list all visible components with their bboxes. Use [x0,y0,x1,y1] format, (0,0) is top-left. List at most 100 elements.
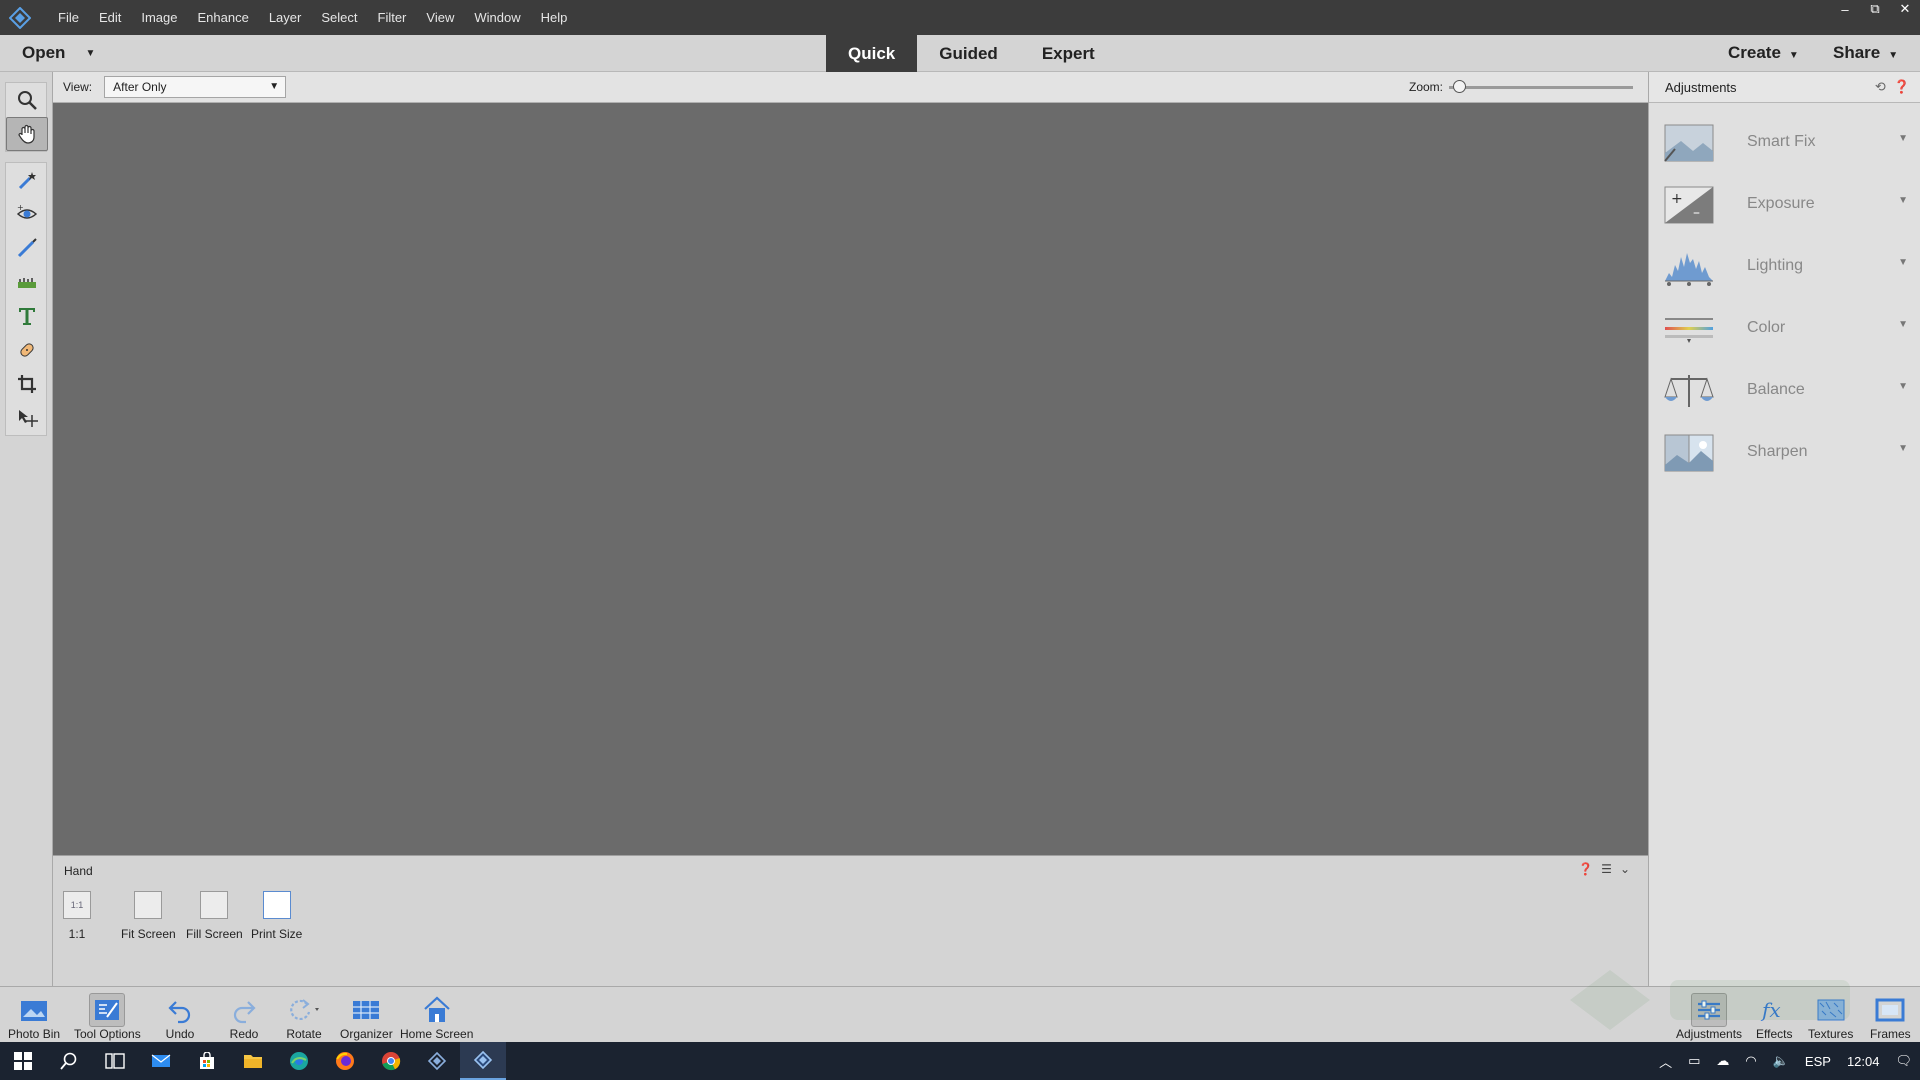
fit-screen-icon [134,891,163,919]
help-icon[interactable]: ❓ [1894,79,1910,95]
chrome-icon[interactable] [368,1042,414,1080]
adjustments-panel-button[interactable]: Adjustments [1676,993,1742,1041]
type-tool-icon[interactable] [6,299,48,333]
open-button[interactable]: Open ▼ [22,35,95,71]
menu-file[interactable]: File [48,0,89,35]
file-explorer-icon[interactable] [230,1042,276,1080]
adjustment-lighting[interactable]: Lighting ▼ [1649,235,1920,297]
share-button[interactable]: Share ▼ [1833,35,1898,74]
textures-icon [1813,993,1849,1027]
adjustment-exposure[interactable]: + – Exposure ▼ [1649,173,1920,235]
redo-button[interactable]: Redo [226,993,262,1041]
adjustment-color[interactable]: Color ▼ [1649,297,1920,359]
view-select[interactable]: After Only ▼ [104,76,287,98]
image-canvas[interactable] [53,103,1648,855]
balance-label: Balance [1747,381,1805,398]
edit-tools-group: + [5,162,47,436]
photoshop-elements-editor-icon[interactable] [460,1042,506,1080]
fit-screen-button[interactable]: Fit Screen [121,891,176,941]
restore-button[interactable]: ⧉ [1860,0,1890,18]
close-button[interactable]: ✕ [1890,0,1920,18]
tool-options-icon [89,993,126,1027]
tab-quick[interactable]: Quick [826,35,918,72]
menu-help[interactable]: Help [531,0,578,35]
red-eye-icon[interactable]: + [6,197,48,231]
menu-filter[interactable]: Filter [368,0,417,35]
menu-select[interactable]: Select [311,0,367,35]
photo-bin-button[interactable]: Photo Bin [8,993,60,1041]
effects-button[interactable]: fx Effects [1756,993,1792,1041]
firefox-icon[interactable] [322,1042,368,1080]
mode-bar: Open ▼ Quick Guided Expert Create ▼ Share… [0,35,1920,72]
chevron-down-icon: ▼ [1898,257,1908,268]
notifications-icon[interactable]: 🗨 [1887,1053,1920,1069]
search-icon[interactable] [46,1042,92,1080]
app-logo-icon [0,0,40,35]
print-size-button[interactable]: Print Size [251,891,302,941]
menu-window[interactable]: Window [464,0,530,35]
move-tool-icon[interactable] [6,401,48,435]
chevron-up-icon[interactable]: ︿ [1651,1052,1680,1071]
textures-button[interactable]: Textures [1808,993,1853,1041]
clock[interactable]: 12:04 [1839,1054,1888,1069]
exposure-label: Exposure [1747,195,1815,212]
fit-screen-label: Fit Screen [121,927,176,941]
redo-label: Redo [229,1027,259,1041]
language-indicator[interactable]: ESP [1797,1054,1839,1069]
tool-options-label: Tool Options [74,1027,141,1041]
windows-taskbar: ︿ ▭ ☁ ◠ 🔈 ESP 12:04 🗨 [0,1042,1920,1080]
tab-expert[interactable]: Expert [1020,35,1117,72]
zoom-tool-icon[interactable] [6,83,48,117]
rotate-button[interactable]: Rotate [286,993,322,1041]
store-icon[interactable] [184,1042,230,1080]
adjustment-sharpen[interactable]: Sharpen ▼ [1649,421,1920,483]
home-screen-button[interactable]: Home Screen [400,993,473,1041]
zoom-slider-thumb[interactable] [1453,80,1466,93]
menu-layer[interactable]: Layer [259,0,312,35]
onedrive-icon[interactable]: ☁ [1708,1053,1737,1069]
photoshop-elements-organizer-icon[interactable] [414,1042,460,1080]
minimize-button[interactable]: ‒ [1830,0,1860,18]
task-view-icon[interactable] [92,1042,138,1080]
frames-button[interactable]: Frames [1870,993,1911,1041]
organizer-button[interactable]: Organizer [340,993,393,1041]
whiten-teeth-icon[interactable] [6,231,48,265]
hand-tool-icon[interactable] [6,117,48,151]
help-icon[interactable]: ❓ [1578,862,1593,876]
windows-start-icon[interactable] [0,1042,46,1080]
volume-icon[interactable]: 🔈 [1765,1053,1797,1069]
organizer-icon [348,993,384,1027]
menu-view[interactable]: View [416,0,464,35]
battery-icon[interactable]: ▭ [1680,1053,1708,1069]
spot-healing-icon[interactable] [6,333,48,367]
crop-tool-icon[interactable] [6,367,48,401]
straighten-icon[interactable] [6,265,48,299]
undo-icon [162,993,198,1027]
wifi-icon[interactable]: ◠ [1737,1053,1764,1069]
menu-edit[interactable]: Edit [89,0,131,35]
tool-options-button[interactable]: Tool Options [74,993,141,1041]
balance-icon [1664,375,1714,407]
edge-browser-icon[interactable] [276,1042,322,1080]
print-size-label: Print Size [251,927,303,941]
textures-label: Textures [1808,1027,1854,1041]
menu-enhance[interactable]: Enhance [188,0,259,35]
tab-guided[interactable]: Guided [917,35,1020,72]
menu-image[interactable]: Image [131,0,187,35]
undo-button[interactable]: Undo [162,993,198,1041]
panel-menu-icon[interactable]: ☰ [1601,862,1612,876]
exposure-icon: +– [1664,186,1714,224]
fill-screen-label: Fill Screen [186,927,243,941]
one-to-one-button[interactable]: 1:1 1:1 [63,891,91,941]
view-select-value: After Only [113,80,167,94]
create-button[interactable]: Create ▼ [1728,35,1799,74]
zoom-slider-track[interactable] [1449,86,1633,89]
adjustment-balance[interactable]: Balance ▼ [1649,359,1920,421]
quick-selection-icon[interactable] [6,163,48,197]
mail-icon[interactable] [138,1042,184,1080]
adjustment-smart-fix[interactable]: Smart Fix ▼ [1649,111,1920,173]
chevron-down-icon[interactable]: ▼ [85,48,95,59]
fill-screen-button[interactable]: Fill Screen [186,891,243,941]
collapse-icon[interactable]: ⌄ [1620,862,1630,876]
reset-icon[interactable]: ⟲ [1875,79,1886,95]
